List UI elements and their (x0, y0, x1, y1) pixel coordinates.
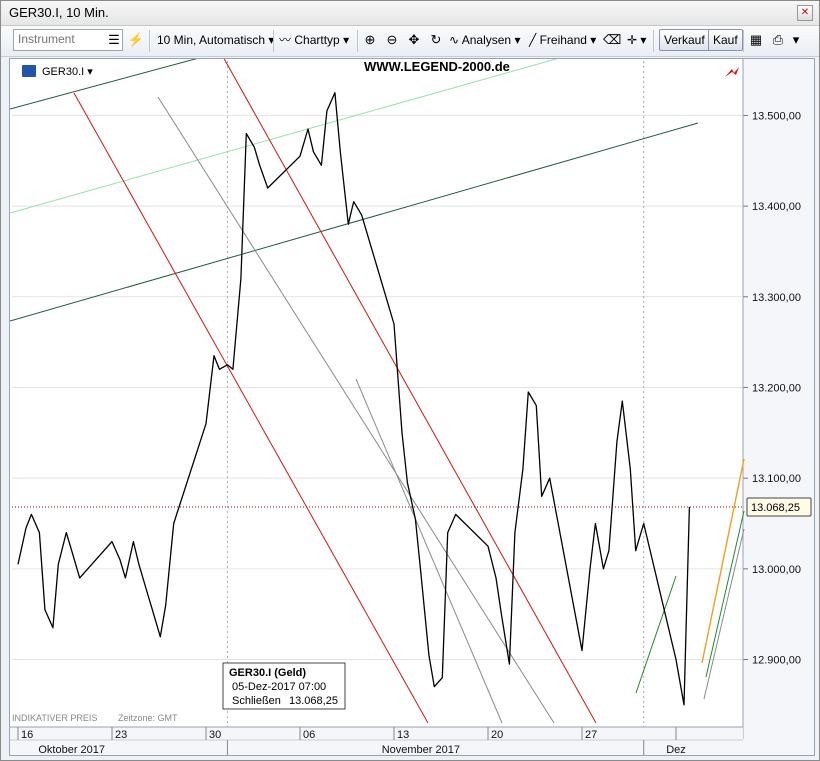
chevron-down-icon: ▾ (640, 33, 647, 47)
tooltip-title: GER30.I (Geld) (229, 667, 306, 679)
indicator-icon[interactable]: ⚡ (127, 31, 145, 49)
price-series-line[interactable] (17, 92, 691, 706)
watermark-text: WWW.LEGEND-2000.de (364, 59, 510, 74)
chart-area[interactable]: 12.900,00 13.000,00 13.100,00 13.200,00 13.3… (9, 58, 815, 756)
interval-selector[interactable]: 10 Min, Automatisch ▾ (157, 29, 274, 51)
title-bar: GER30.I, 10 Min. ✕ (1, 1, 819, 26)
month-label: November 2017 (382, 744, 460, 755)
print-icon[interactable]: ⎙ (769, 31, 787, 49)
toolbar-separator (357, 30, 358, 52)
price-axis[interactable] (743, 59, 814, 755)
trendline[interactable] (222, 59, 597, 724)
analysen-label: Analysen (461, 33, 512, 47)
realtime-icon[interactable] (725, 67, 739, 77)
toolbar: ☰ ⚡ 10 Min, Automatisch ▾ 〰 Charttyp ▾ ⊕… (1, 26, 819, 57)
price-tick-label: 13.300,00 (752, 292, 801, 304)
chevron-down-icon: ▾ (590, 33, 597, 47)
trendline-drawings (10, 59, 745, 724)
chevron-down-icon: ▾ (343, 33, 350, 47)
time-tick-label: 16 (21, 729, 33, 741)
verkauf-button[interactable]: Verkauf (659, 29, 710, 51)
toolbar-separator (149, 30, 150, 52)
time-tick-label: 13 (397, 729, 409, 741)
price-tick-label: 12.900,00 (752, 655, 801, 667)
interval-label: 10 Min, (157, 33, 197, 47)
trendline[interactable] (73, 92, 429, 724)
chart-settings-icon[interactable]: ▦ (747, 31, 765, 49)
eraser-icon[interactable]: ⌫ (603, 31, 621, 49)
kauf-button[interactable]: Kauf (708, 29, 743, 51)
last-price-tag: 13.068,25 (751, 502, 800, 514)
instrument-list-icon[interactable]: ☰ (105, 31, 123, 49)
time-tick-label: 23 (115, 729, 127, 741)
trendline[interactable] (157, 96, 555, 724)
toolbar-separator (743, 30, 744, 52)
refresh-icon[interactable]: ↻ (427, 31, 445, 49)
freihand-label: Freihand (539, 33, 587, 47)
month-label: Dez (666, 744, 686, 755)
window: GER30.I, 10 Min. ✕ ☰ ⚡ 10 Min, Automatis… (0, 0, 820, 761)
window-title: GER30.I, 10 Min. (9, 5, 109, 20)
tooltip-date: 05-Dez-2017 07:00 (232, 681, 326, 693)
pen-icon: ╱ (529, 33, 537, 47)
indicative-price-label: INDIKATIVER PREIS (12, 713, 97, 723)
trendline[interactable] (10, 59, 570, 214)
crosshair-menu[interactable]: ✛ ▾ (627, 29, 646, 51)
price-tick-label: 13.100,00 (752, 473, 801, 485)
mode-label: Automatisch (199, 33, 266, 47)
trendline[interactable] (705, 510, 745, 678)
instrument-input[interactable] (14, 30, 108, 48)
cfd-icon (22, 65, 36, 77)
analysen-icon: ∿ (449, 33, 460, 47)
analysen-menu[interactable]: ∿ Analysen ▾ (449, 29, 520, 51)
zoom-in-icon[interactable]: ⊕ (361, 31, 379, 49)
move-icon[interactable]: ✥ (405, 31, 423, 49)
chevron-down-icon: ▾ (514, 33, 521, 47)
time-tick-label: 20 (491, 729, 503, 741)
trendline[interactable] (701, 458, 745, 664)
time-tick-label: 27 (585, 729, 597, 741)
close-icon[interactable]: ✕ (797, 5, 813, 21)
crosshair-icon: ✛ (627, 33, 638, 47)
trendline[interactable] (10, 59, 210, 110)
price-tick-label: 13.500,00 (752, 110, 801, 122)
month-label: Oktober 2017 (38, 744, 105, 755)
toolbar-separator (273, 30, 274, 52)
price-chart[interactable]: 12.900,00 13.000,00 13.100,00 13.200,00 13.3… (10, 59, 814, 755)
toolbar-separator (653, 30, 654, 52)
freihand-menu[interactable]: ╱ Freihand ▾ (529, 29, 596, 51)
charttype-menu[interactable]: 〰 Charttyp ▾ (279, 29, 349, 51)
tooltip-close-value: 13.068,25 (289, 695, 338, 707)
price-tick-label: 13.400,00 (752, 201, 801, 213)
price-tick-label: 13.200,00 (752, 382, 801, 394)
tooltip-close-label: Schließen (232, 695, 281, 707)
price-tick-label: 13.000,00 (752, 564, 801, 576)
timezone-label: Zeitzone: GMT (118, 713, 178, 723)
line-chart-icon: 〰 (279, 33, 292, 47)
charttype-label: Charttyp (294, 33, 340, 47)
time-tick-label: 06 (303, 729, 315, 741)
time-tick-label: 30 (209, 729, 221, 741)
zoom-out-icon[interactable]: ⊖ (383, 31, 401, 49)
symbol-label: GER30.I ▾ (42, 66, 93, 78)
chevron-down-icon[interactable]: ▾ (787, 31, 805, 49)
trendline[interactable] (355, 378, 503, 724)
